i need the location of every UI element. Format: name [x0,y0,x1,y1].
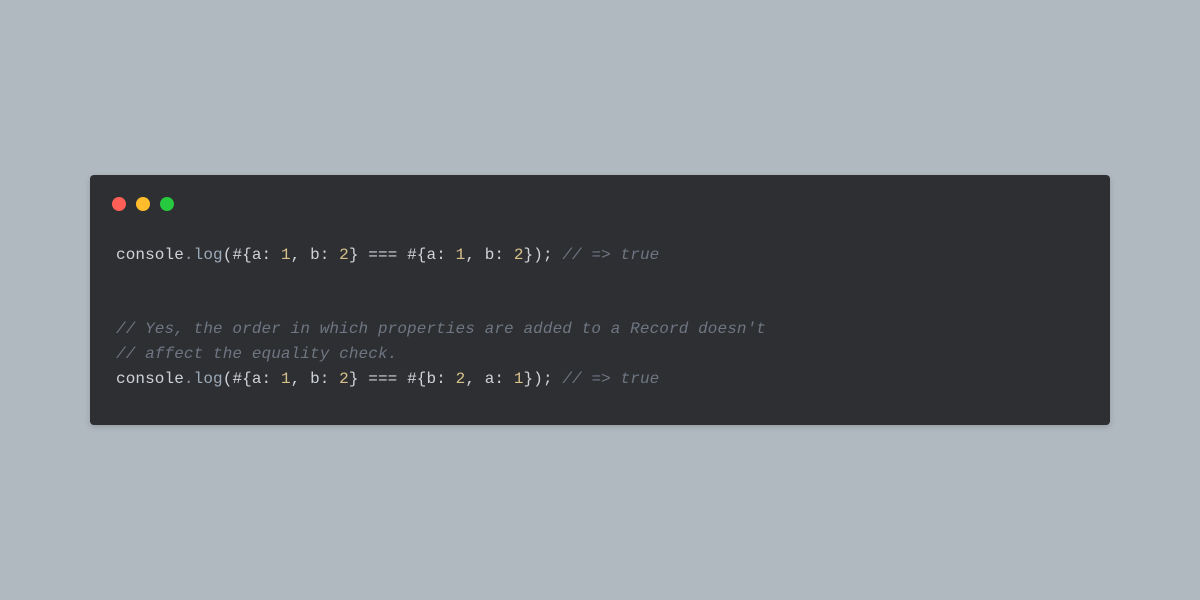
code-token: a [252,246,262,264]
code-line: console.log(#{a: 1, b: 2} === #{b: 2, a:… [116,367,1084,392]
code-token: , [291,246,310,264]
code-token [116,295,126,313]
code-token: b [427,370,437,388]
code-token: a [252,370,262,388]
code-token: : [436,370,455,388]
code-token: ( [223,370,233,388]
code-line [116,267,1084,292]
code-token: a [485,370,495,388]
code-token: // => true [562,370,659,388]
code-token: ; [543,246,562,264]
code-token: 1 [281,370,291,388]
code-token: b [485,246,495,264]
code-token: 2 [339,246,349,264]
code-token: . [184,246,194,264]
code-token: . [184,370,194,388]
code-line: console.log(#{a: 1, b: 2} === #{a: 1, b:… [116,243,1084,268]
code-token: # [407,370,417,388]
code-token: ( [223,246,233,264]
code-token: log [194,246,223,264]
code-token: 2 [514,246,524,264]
code-token: 2 [339,370,349,388]
code-token: console [116,246,184,264]
titlebar [90,175,1110,215]
code-block: console.log(#{a: 1, b: 2} === #{a: 1, b:… [90,215,1110,392]
code-token: // affect the equality check. [116,345,397,363]
code-token: : [262,246,281,264]
code-token: { [242,246,252,264]
code-token: === [359,246,408,264]
code-token: : [262,370,281,388]
code-token: a [427,246,437,264]
code-token [116,270,126,288]
code-token: } [524,370,534,388]
code-token: : [436,246,455,264]
code-token: } [524,246,534,264]
code-token: // => true [562,246,659,264]
zoom-icon[interactable] [160,197,174,211]
code-token: { [242,370,252,388]
code-token: 2 [456,370,466,388]
close-icon[interactable] [112,197,126,211]
code-token: } [349,370,359,388]
code-token: } [349,246,359,264]
code-token: { [417,370,427,388]
code-line: // Yes, the order in which properties ar… [116,317,1084,342]
code-token: # [232,246,242,264]
code-token: 1 [456,246,466,264]
code-token: ) [533,370,543,388]
code-token: 1 [514,370,524,388]
code-line [116,292,1084,317]
code-token: { [417,246,427,264]
code-token: # [232,370,242,388]
code-token: , [291,370,310,388]
code-token: : [320,246,339,264]
code-token: console [116,370,184,388]
code-token: b [310,370,320,388]
code-token: , [465,246,484,264]
minimize-icon[interactable] [136,197,150,211]
code-token: : [494,246,513,264]
code-token: 1 [281,246,291,264]
code-window: console.log(#{a: 1, b: 2} === #{a: 1, b:… [90,175,1110,426]
code-token: ) [533,246,543,264]
code-token: b [310,246,320,264]
code-token: log [194,370,223,388]
code-token: ; [543,370,562,388]
code-token: // Yes, the order in which properties ar… [116,320,766,338]
code-line: // affect the equality check. [116,342,1084,367]
code-token: , [465,370,484,388]
code-token: === [359,370,408,388]
code-token: : [494,370,513,388]
code-token: : [320,370,339,388]
code-token: # [407,246,417,264]
